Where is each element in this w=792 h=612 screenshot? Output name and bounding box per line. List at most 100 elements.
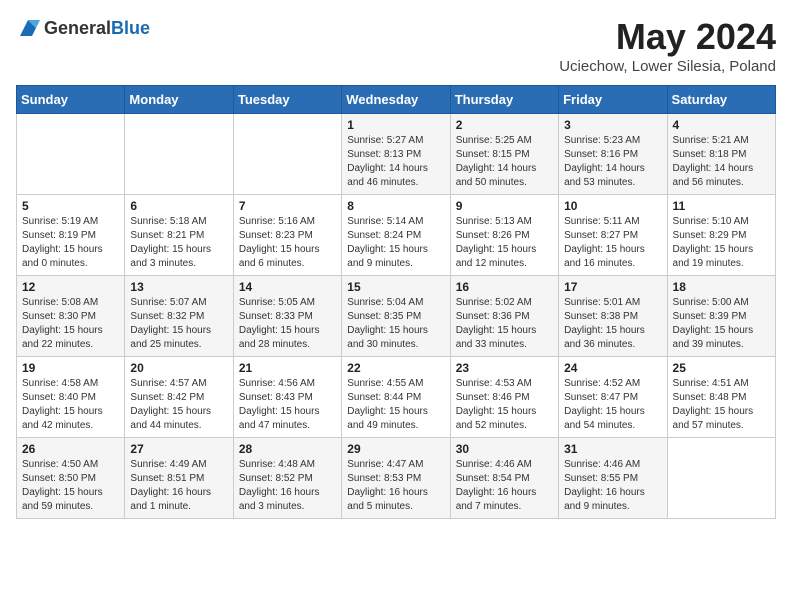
calendar-cell <box>233 114 341 195</box>
day-header: Wednesday <box>342 86 450 114</box>
calendar-cell: 6 Sunrise: 5:18 AM Sunset: 8:21 PM Daylig… <box>125 195 233 276</box>
cell-info: Sunrise: 5:19 AM Sunset: 8:19 PM Dayligh… <box>22 215 119 271</box>
cell-info: Sunrise: 5:01 AM Sunset: 8:38 PM Dayligh… <box>564 296 661 352</box>
calendar-cell: 31Sunrise: 4:46 AM Sunset: 8:55 PM Dayli… <box>559 438 667 519</box>
day-number: 12 <box>22 280 119 294</box>
header-row: SundayMondayTuesdayWednesdayThursdayFrid… <box>17 86 776 114</box>
calendar-body: 1Sunrise: 5:27 AM Sunset: 8:13 PM Daylig… <box>17 114 776 519</box>
calendar-cell: 30Sunrise: 4:46 AM Sunset: 8:54 PM Dayli… <box>450 438 558 519</box>
calendar-cell: 11 Sunrise: 5:10 AM Sunset: 8:29 PM Dayli… <box>667 195 775 276</box>
cell-info: Sunrise: 5:07 AM Sunset: 8:32 PM Dayligh… <box>130 296 227 352</box>
cell-info: Sunrise: 5:08 AM Sunset: 8:30 PM Dayligh… <box>22 296 119 352</box>
cell-info: Sunrise: 4:46 AM Sunset: 8:55 PM Dayligh… <box>564 458 661 514</box>
calendar-cell: 27 Sunrise: 4:49 AM Sunset: 8:51 PM Dayli… <box>125 438 233 519</box>
calendar-cell: 26 Sunrise: 4:50 AM Sunset: 8:50 PM Dayli… <box>17 438 125 519</box>
calendar-cell: 17 Sunrise: 5:01 AM Sunset: 8:38 PM Dayli… <box>559 276 667 357</box>
day-header: Thursday <box>450 86 558 114</box>
logo-general-text: General <box>44 18 111 38</box>
day-number: 3 <box>564 118 661 132</box>
location-text: Uciechow, Lower Silesia, Poland <box>559 58 776 75</box>
cell-info: Sunrise: 5:13 AM Sunset: 8:26 PM Dayligh… <box>456 215 553 271</box>
cell-info: Sunrise: 4:46 AM Sunset: 8:54 PM Dayligh… <box>456 458 553 514</box>
calendar-cell: 16Sunrise: 5:02 AM Sunset: 8:36 PM Dayli… <box>450 276 558 357</box>
cell-info: Sunrise: 5:18 AM Sunset: 8:21 PM Dayligh… <box>130 215 227 271</box>
day-number: 29 <box>347 442 444 456</box>
cell-info: Sunrise: 5:05 AM Sunset: 8:33 PM Dayligh… <box>239 296 336 352</box>
calendar-cell <box>125 114 233 195</box>
day-number: 7 <box>239 199 336 213</box>
day-number: 15 <box>347 280 444 294</box>
calendar-cell: 2Sunrise: 5:25 AM Sunset: 8:15 PM Daylig… <box>450 114 558 195</box>
logo: GeneralBlue <box>16 16 150 40</box>
calendar-header: SundayMondayTuesdayWednesdayThursdayFrid… <box>17 86 776 114</box>
day-header: Monday <box>125 86 233 114</box>
day-number: 19 <box>22 361 119 375</box>
cell-info: Sunrise: 5:00 AM Sunset: 8:39 PM Dayligh… <box>673 296 770 352</box>
cell-info: Sunrise: 5:10 AM Sunset: 8:29 PM Dayligh… <box>673 215 770 271</box>
calendar-cell: 21Sunrise: 4:56 AM Sunset: 8:43 PM Dayli… <box>233 357 341 438</box>
calendar-week-row: 19 Sunrise: 4:58 AM Sunset: 8:40 PM Dayli… <box>17 357 776 438</box>
calendar-table: SundayMondayTuesdayWednesdayThursdayFrid… <box>16 85 776 519</box>
calendar-cell: 1Sunrise: 5:27 AM Sunset: 8:13 PM Daylig… <box>342 114 450 195</box>
day-number: 20 <box>130 361 227 375</box>
day-header: Friday <box>559 86 667 114</box>
day-number: 16 <box>456 280 553 294</box>
cell-info: Sunrise: 5:21 AM Sunset: 8:18 PM Dayligh… <box>673 134 770 190</box>
day-number: 17 <box>564 280 661 294</box>
calendar-cell: 12 Sunrise: 5:08 AM Sunset: 8:30 PM Dayli… <box>17 276 125 357</box>
cell-info: Sunrise: 4:47 AM Sunset: 8:53 PM Dayligh… <box>347 458 444 514</box>
cell-info: Sunrise: 5:25 AM Sunset: 8:15 PM Dayligh… <box>456 134 553 190</box>
day-number: 22 <box>347 361 444 375</box>
day-number: 25 <box>673 361 770 375</box>
calendar-cell <box>17 114 125 195</box>
calendar-week-row: 12 Sunrise: 5:08 AM Sunset: 8:30 PM Dayli… <box>17 276 776 357</box>
cell-info: Sunrise: 4:48 AM Sunset: 8:52 PM Dayligh… <box>239 458 336 514</box>
calendar-week-row: 26 Sunrise: 4:50 AM Sunset: 8:50 PM Dayli… <box>17 438 776 519</box>
calendar-week-row: 5Sunrise: 5:19 AM Sunset: 8:19 PM Daylig… <box>17 195 776 276</box>
day-number: 6 <box>130 199 227 213</box>
day-number: 21 <box>239 361 336 375</box>
calendar-week-row: 1Sunrise: 5:27 AM Sunset: 8:13 PM Daylig… <box>17 114 776 195</box>
cell-info: Sunrise: 5:16 AM Sunset: 8:23 PM Dayligh… <box>239 215 336 271</box>
calendar-cell: 9 Sunrise: 5:13 AM Sunset: 8:26 PM Daylig… <box>450 195 558 276</box>
cell-info: Sunrise: 4:51 AM Sunset: 8:48 PM Dayligh… <box>673 377 770 433</box>
day-number: 23 <box>456 361 553 375</box>
title-block: May 2024 Uciechow, Lower Silesia, Poland <box>559 16 776 75</box>
calendar-cell: 10 Sunrise: 5:11 AM Sunset: 8:27 PM Dayli… <box>559 195 667 276</box>
day-number: 9 <box>456 199 553 213</box>
calendar-cell: 14 Sunrise: 5:05 AM Sunset: 8:33 PM Dayli… <box>233 276 341 357</box>
calendar-cell: 28 Sunrise: 4:48 AM Sunset: 8:52 PM Dayli… <box>233 438 341 519</box>
cell-info: Sunrise: 5:23 AM Sunset: 8:16 PM Dayligh… <box>564 134 661 190</box>
cell-info: Sunrise: 5:14 AM Sunset: 8:24 PM Dayligh… <box>347 215 444 271</box>
day-number: 11 <box>673 199 770 213</box>
cell-info: Sunrise: 4:50 AM Sunset: 8:50 PM Dayligh… <box>22 458 119 514</box>
day-header: Sunday <box>17 86 125 114</box>
month-title: May 2024 <box>559 16 776 58</box>
calendar-cell: 20 Sunrise: 4:57 AM Sunset: 8:42 PM Dayli… <box>125 357 233 438</box>
day-header: Tuesday <box>233 86 341 114</box>
day-number: 13 <box>130 280 227 294</box>
calendar-cell: 3 Sunrise: 5:23 AM Sunset: 8:16 PM Daylig… <box>559 114 667 195</box>
day-number: 26 <box>22 442 119 456</box>
logo-icon <box>16 16 40 40</box>
day-number: 10 <box>564 199 661 213</box>
day-number: 28 <box>239 442 336 456</box>
cell-info: Sunrise: 4:57 AM Sunset: 8:42 PM Dayligh… <box>130 377 227 433</box>
cell-info: Sunrise: 5:11 AM Sunset: 8:27 PM Dayligh… <box>564 215 661 271</box>
cell-info: Sunrise: 5:04 AM Sunset: 8:35 PM Dayligh… <box>347 296 444 352</box>
day-number: 18 <box>673 280 770 294</box>
cell-info: Sunrise: 4:55 AM Sunset: 8:44 PM Dayligh… <box>347 377 444 433</box>
calendar-cell: 24Sunrise: 4:52 AM Sunset: 8:47 PM Dayli… <box>559 357 667 438</box>
day-header: Saturday <box>667 86 775 114</box>
calendar-cell: 19 Sunrise: 4:58 AM Sunset: 8:40 PM Dayli… <box>17 357 125 438</box>
day-number: 24 <box>564 361 661 375</box>
day-number: 14 <box>239 280 336 294</box>
calendar-cell: 22 Sunrise: 4:55 AM Sunset: 8:44 PM Dayli… <box>342 357 450 438</box>
cell-info: Sunrise: 4:58 AM Sunset: 8:40 PM Dayligh… <box>22 377 119 433</box>
calendar-cell: 5Sunrise: 5:19 AM Sunset: 8:19 PM Daylig… <box>17 195 125 276</box>
day-number: 27 <box>130 442 227 456</box>
logo-blue-text: Blue <box>111 18 150 38</box>
calendar-cell: 18 Sunrise: 5:00 AM Sunset: 8:39 PM Dayli… <box>667 276 775 357</box>
day-number: 8 <box>347 199 444 213</box>
cell-info: Sunrise: 4:49 AM Sunset: 8:51 PM Dayligh… <box>130 458 227 514</box>
